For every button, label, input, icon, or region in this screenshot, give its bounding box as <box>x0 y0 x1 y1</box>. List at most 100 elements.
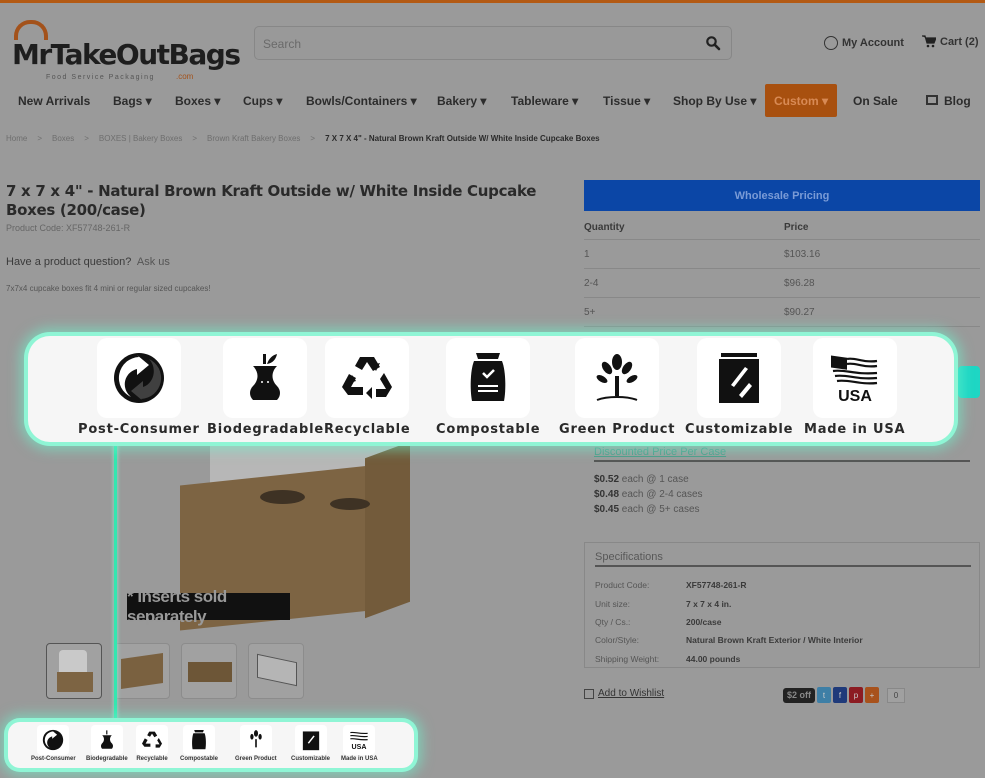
discount-line: $0.52 each @ 1 case <box>594 474 970 485</box>
spec-value: 44.00 pounds <box>686 654 741 664</box>
search-input[interactable] <box>263 34 683 54</box>
compost-bag-icon <box>192 730 206 750</box>
wishlist-icon <box>584 688 594 699</box>
nav-bakery[interactable]: Bakery ▾ <box>437 94 486 108</box>
site-logo[interactable]: MrTakeOutBags Food Service Packaging .co… <box>8 20 241 81</box>
usa-text: USA <box>352 744 367 751</box>
breadcrumb-brown-kraft[interactable]: Brown Kraft Bakery Boxes <box>207 134 300 143</box>
table-row: 2-4 $96.28 <box>584 269 980 298</box>
breadcrumb-current: 7 X 7 X 4" - Natural Brown Kraft Outside… <box>325 134 600 143</box>
breadcrumb-separator: > <box>37 134 43 143</box>
badge-label: Biodegradable <box>207 422 324 437</box>
nav-on-sale[interactable]: On Sale <box>853 94 898 108</box>
product-question: Have a product question? Ask us <box>6 256 170 268</box>
nav-tableware[interactable]: Tableware ▾ <box>511 94 578 108</box>
nav-blog-label: Blog <box>944 94 971 108</box>
spec-key: Unit size: <box>595 599 630 609</box>
share-icon[interactable]: + <box>865 687 880 703</box>
green-dot-recycle-icon <box>113 353 164 403</box>
box-side <box>365 441 410 619</box>
thumbnail-2[interactable] <box>114 643 170 699</box>
discount-price: $0.52 <box>594 474 620 485</box>
spec-key: Shipping Weight: <box>595 654 660 664</box>
price-header: Price <box>784 222 809 233</box>
nav-bowls-containers[interactable]: Bowls/Containers ▾ <box>306 94 417 108</box>
cupcake-insert <box>260 490 305 504</box>
cart-icon <box>922 35 936 48</box>
badge-label: Recyclable <box>136 756 168 762</box>
nav-blog[interactable]: Blog <box>926 94 971 108</box>
add-to-wishlist-link[interactable]: Add to Wishlist <box>584 688 664 699</box>
specifications-heading: Specifications <box>595 551 971 567</box>
nav-cups[interactable]: Cups ▾ <box>243 94 282 108</box>
price-cell: $96.28 <box>784 277 815 289</box>
nav-bags[interactable]: Bags ▾ <box>113 94 152 108</box>
usa-text: USA <box>838 388 872 405</box>
pinterest-icon[interactable]: p <box>849 687 864 703</box>
twitter-icon[interactable]: t <box>817 687 832 703</box>
add-to-cart-button[interactable] <box>958 366 980 398</box>
blog-icon <box>926 95 938 105</box>
spec-key: Qty / Cs.: <box>595 617 631 627</box>
thumbnail-3[interactable] <box>181 643 237 699</box>
main-nav: New Arrivals Bags ▾ Boxes ▾ Cups ▾ Bowls… <box>0 84 985 118</box>
badge-recyclable: Recyclable <box>324 338 411 437</box>
share-bar: $2 off t f p + 0 <box>783 687 906 703</box>
my-account-link[interactable]: My Account <box>824 36 904 50</box>
wholesale-pricing-button[interactable]: Wholesale Pricing <box>584 180 980 211</box>
badge-customizable: Customizable <box>685 338 793 437</box>
search-icon[interactable] <box>705 35 721 51</box>
badge-label: Biodegradable <box>86 756 128 762</box>
badges-panel-zoomed: Post-Consumer Biodegradable Recyclable C… <box>28 336 954 442</box>
breadcrumb-home[interactable]: Home <box>6 134 27 143</box>
cart-link[interactable]: Cart (2) <box>922 35 979 48</box>
badge-green-product: Green Product <box>559 338 675 437</box>
discount-price: $0.45 <box>594 504 620 515</box>
badge-compostable: Compostable <box>436 338 540 437</box>
nav-new-arrivals[interactable]: New Arrivals <box>18 94 90 108</box>
green-dot-recycle-icon <box>43 729 64 751</box>
badge-compostable-small: Compostable <box>180 725 218 762</box>
badge-post-consumer-small: Post-Consumer <box>31 725 76 762</box>
recycle-icon <box>142 731 162 748</box>
discount-line: $0.48 each @ 2-4 cases <box>594 489 970 500</box>
discount-section: Discounted Price Per Case $0.52 each @ 1… <box>594 446 970 515</box>
badge-made-in-usa: USA Made in USA <box>804 338 905 437</box>
breadcrumb-separator: > <box>192 134 198 143</box>
spec-key: Color/Style: <box>595 635 639 645</box>
quantity-header: Quantity <box>584 222 625 233</box>
product-code: Product Code: XF57748-261-R <box>6 223 131 233</box>
thumbnail-4[interactable] <box>248 643 304 699</box>
badge-green-product-small: Green Product <box>235 725 277 762</box>
facebook-icon[interactable]: f <box>833 687 848 703</box>
nav-custom[interactable]: Custom ▾ <box>765 84 837 117</box>
discount-line: $0.45 each @ 5+ cases <box>594 504 970 515</box>
price-table: Quantity Price 1 $103.16 2-4 $96.28 5+ $… <box>584 216 980 327</box>
badge-label: Post-Consumer <box>78 422 200 437</box>
discount-badge: $2 off <box>783 687 816 703</box>
discount-price: $0.48 <box>594 489 620 500</box>
spec-row: Qty / Cs.: 200/case <box>595 617 721 627</box>
inserts-note: * Inserts sold separately <box>127 587 290 626</box>
badge-label: Made in USA <box>341 756 378 762</box>
qty-cell: 2-4 <box>584 277 599 289</box>
nav-tissue[interactable]: Tissue ▾ <box>603 94 650 108</box>
badge-label: Green Product <box>559 422 676 437</box>
table-row: 1 $103.16 <box>584 240 980 269</box>
breadcrumb: Home > Boxes > BOXES | Bakery Boxes > Br… <box>6 134 600 143</box>
apple-core-icon <box>100 730 113 749</box>
thumbnail-1[interactable] <box>46 643 102 699</box>
nav-shop-by-use[interactable]: Shop By Use ▾ <box>673 94 756 108</box>
logo-text: MrTakeOutBags <box>12 38 241 71</box>
nav-boxes[interactable]: Boxes ▾ <box>175 94 220 108</box>
badge-label: Customizable <box>291 756 331 762</box>
spec-row: Shipping Weight: 44.00 pounds <box>595 654 740 664</box>
discount-text: each @ 1 case <box>619 474 689 485</box>
breadcrumb-separator: > <box>84 134 89 143</box>
question-text: Have a product question? <box>6 256 132 268</box>
ask-us-link[interactable]: Ask us <box>137 256 170 268</box>
badge-label: Green Product <box>235 756 277 762</box>
breadcrumb-bakery-boxes[interactable]: BOXES | Bakery Boxes <box>99 134 182 143</box>
spec-row: Product Code: XF57748-261-R <box>595 580 746 590</box>
breadcrumb-boxes[interactable]: Boxes <box>52 134 74 143</box>
